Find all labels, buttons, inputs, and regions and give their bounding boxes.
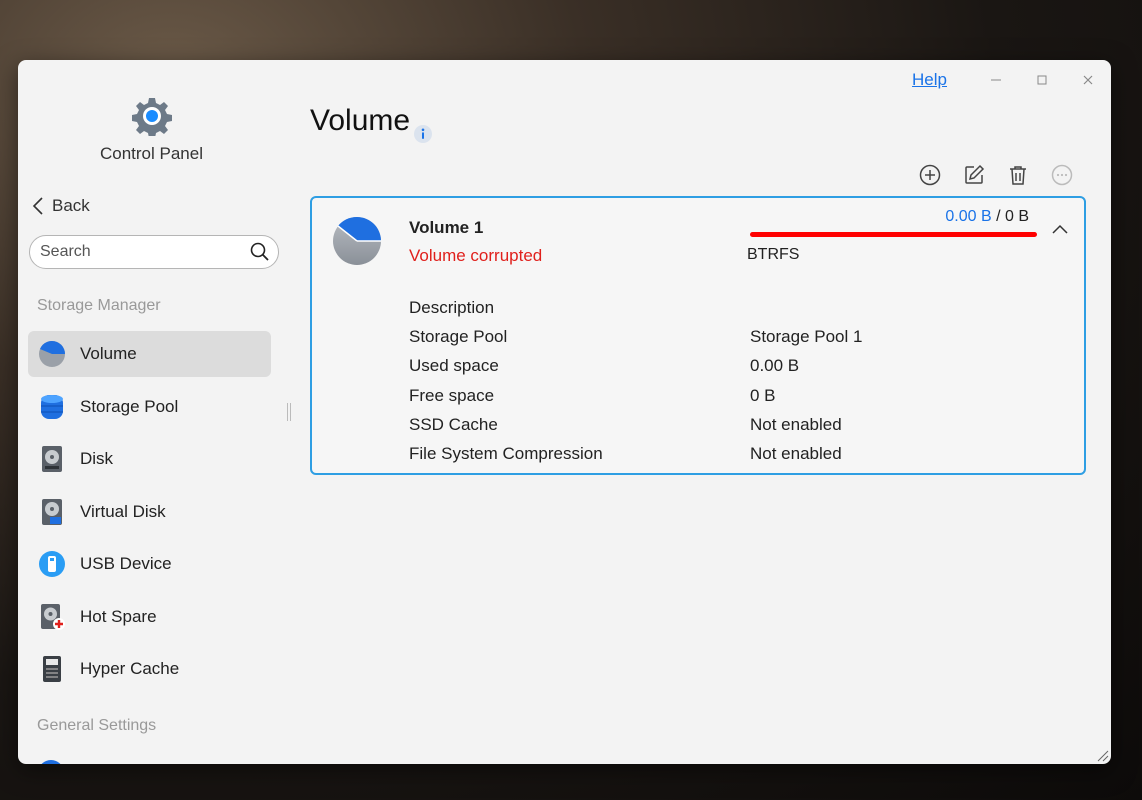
- usage-bar: [750, 232, 1037, 237]
- sidebar-item-volume[interactable]: Volume: [28, 331, 271, 377]
- sidebar-item-label: Virtual Disk: [80, 501, 166, 521]
- volume-details: Description Storage Pool Storage Pool 1 …: [409, 298, 862, 473]
- sidebar-item-partial-icon: [38, 760, 64, 764]
- edit-button[interactable]: [962, 163, 986, 187]
- hot-spare-icon: [38, 603, 66, 631]
- usb-icon: [38, 550, 66, 578]
- create-button[interactable]: [918, 163, 942, 187]
- back-label: Back: [52, 196, 90, 215]
- volume-toolbar: [918, 163, 1074, 187]
- delete-button[interactable]: [1006, 163, 1030, 187]
- window-controls: Help: [912, 66, 1111, 94]
- sidebar-item-label: Hot Spare: [80, 606, 157, 626]
- detail-row: Used space 0.00 B: [409, 356, 862, 385]
- detail-label: SSD Cache: [409, 414, 498, 434]
- chevron-up-icon[interactable]: [1050, 220, 1070, 240]
- minimize-button[interactable]: [973, 66, 1019, 94]
- detail-row: File System Compression Not enabled: [409, 444, 862, 473]
- detail-label: Storage Pool: [409, 327, 508, 347]
- sidebar-item-label: Hyper Cache: [80, 659, 180, 678]
- search-box: [29, 235, 279, 269]
- sidebar-item-hot-spare[interactable]: Hot Spare: [28, 594, 271, 640]
- section-storage-manager: Storage Manager: [37, 297, 161, 314]
- detail-label: Used space: [409, 356, 499, 376]
- volume-pie-icon: [38, 340, 66, 368]
- sidebar: Control Panel Back Storage Manager Volum…: [18, 60, 288, 764]
- volume-card[interactable]: Volume 1 Volume corrupted 0.00 B / 0 B B…: [310, 196, 1086, 475]
- search-input[interactable]: [40, 243, 250, 261]
- ssd-cache-icon: [38, 655, 66, 683]
- minimize-icon: [991, 79, 1001, 81]
- more-icon: [1051, 164, 1073, 186]
- control-panel-window: Help Control Panel Back Storage Manager: [18, 60, 1111, 764]
- more-button[interactable]: [1050, 163, 1074, 187]
- sidebar-item-storage-pool[interactable]: Storage Pool: [28, 384, 271, 430]
- detail-row: SSD Cache Not enabled: [409, 415, 862, 444]
- detail-row: Storage Pool Storage Pool 1: [409, 327, 862, 356]
- disk-icon: [38, 445, 66, 473]
- detail-value: Not enabled: [750, 414, 842, 434]
- detail-value: 0 B: [750, 385, 776, 405]
- section-general-settings: General Settings: [37, 717, 157, 734]
- detail-value: Not enabled: [750, 443, 842, 463]
- volume-pie-icon: [333, 216, 381, 265]
- maximize-icon: [1037, 75, 1047, 85]
- sidebar-item-label: Disk: [80, 449, 114, 468]
- app-name: Control Panel: [99, 144, 203, 163]
- gear-icon: [132, 98, 172, 136]
- info-icon[interactable]: [413, 124, 433, 144]
- search-icon[interactable]: [250, 242, 270, 262]
- chevron-left-icon: [32, 197, 43, 215]
- sidebar-item-label: Volume: [80, 344, 137, 363]
- resize-grip-icon[interactable]: [1093, 746, 1109, 762]
- detail-row: Free space 0 B: [409, 386, 862, 415]
- sidebar-item-label: Storage Pool: [80, 396, 179, 416]
- sidebar-resize-handle[interactable]: [287, 403, 291, 421]
- used-size: 0.00 B: [945, 208, 992, 225]
- sidebar-item-virtual-disk[interactable]: Virtual Disk: [28, 489, 271, 535]
- trash-icon: [1010, 166, 1026, 185]
- detail-label: File System Compression: [409, 443, 603, 463]
- detail-label: Free space: [409, 385, 495, 405]
- usage-separator: /: [996, 208, 1001, 225]
- filesystem-type: BTRFS: [747, 246, 800, 263]
- detail-value: 0.00 B: [750, 356, 800, 376]
- add-circle-icon: [919, 164, 941, 186]
- volume-name: Volume 1: [409, 218, 484, 237]
- page-title: Volume: [310, 104, 411, 137]
- detail-row: Description: [409, 298, 862, 327]
- edit-icon: [965, 164, 985, 184]
- close-icon: [1083, 75, 1093, 85]
- volume-status: Volume corrupted: [409, 246, 543, 265]
- sidebar-item-hyper-cache[interactable]: Hyper Cache: [28, 646, 271, 692]
- help-link[interactable]: Help: [912, 70, 947, 90]
- sidebar-item-disk[interactable]: Disk: [28, 436, 271, 482]
- sidebar-item-label: USB Device: [80, 554, 172, 573]
- sidebar-nav: Volume Storage Pool Disk Virtual Disk US…: [28, 331, 271, 699]
- back-button[interactable]: Back: [32, 196, 90, 216]
- total-size: 0 B: [1004, 208, 1029, 225]
- detail-label: Description: [409, 298, 495, 317]
- close-button[interactable]: [1065, 66, 1111, 94]
- sidebar-item-usb-device[interactable]: USB Device: [28, 541, 271, 587]
- storage-pool-icon: [38, 393, 66, 421]
- usage-summary: 0.00 B / 0 B: [945, 208, 1029, 226]
- virtual-disk-icon: [38, 498, 66, 526]
- detail-value: Storage Pool 1: [750, 327, 863, 347]
- maximize-button[interactable]: [1019, 66, 1065, 94]
